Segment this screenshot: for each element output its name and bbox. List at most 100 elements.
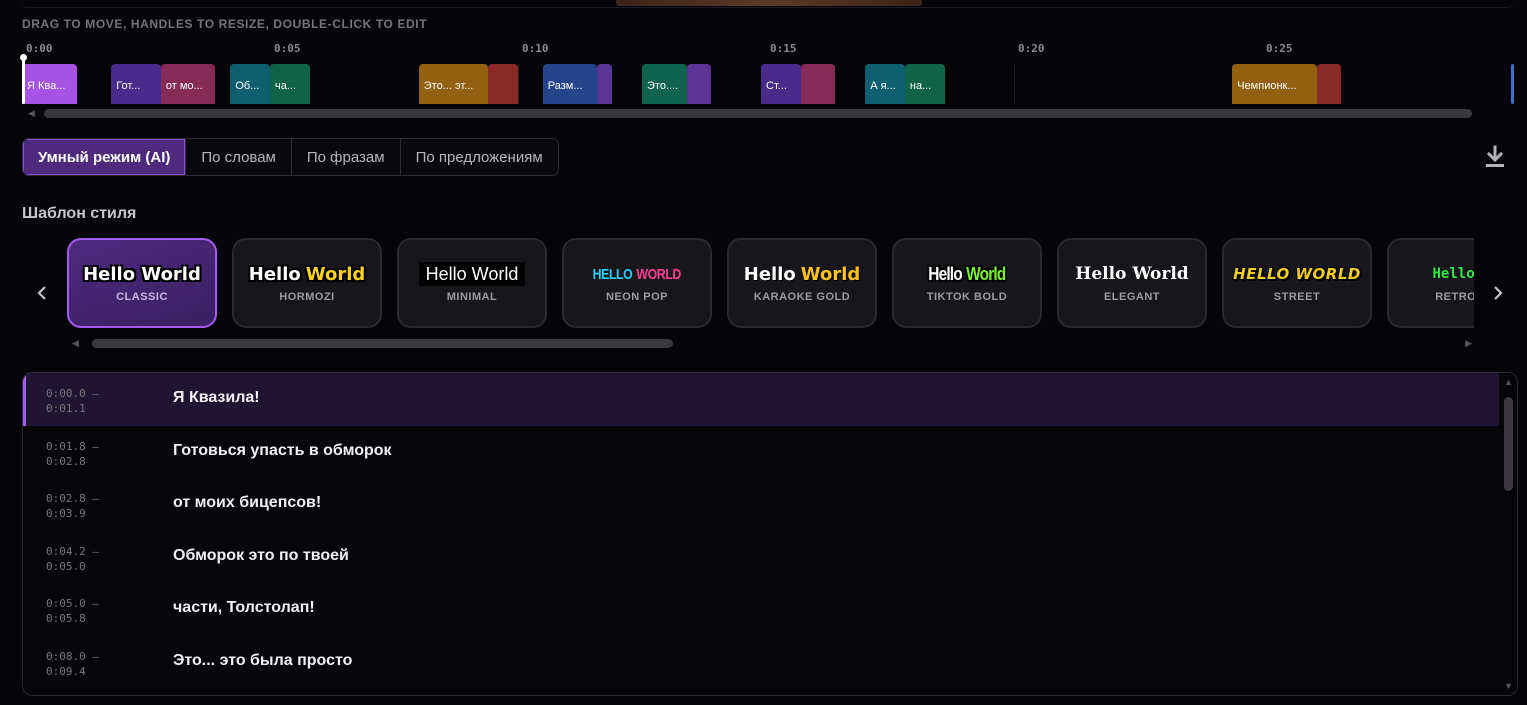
subtitle-text[interactable]: Готовься упасть в обморок: [173, 442, 392, 460]
scroll-left-icon[interactable]: ◀: [72, 338, 79, 349]
template-card-minimal[interactable]: Hello World MINIMAL: [397, 238, 547, 328]
template-name: HORMOZI: [279, 291, 335, 303]
template-preview-word: Hello W: [1432, 266, 1474, 282]
subtitle-start-time: 0:04.2 –: [46, 544, 99, 558]
subtitle-row[interactable]: 0:01.8 –0:02.8 Готовься упасть в обморок: [23, 426, 1499, 479]
template-preview-word: HELLO WORLD: [1233, 265, 1361, 283]
template-preview-word: Hello: [743, 263, 796, 285]
playhead[interactable]: [20, 54, 27, 104]
timeline-clip[interactable]: Об...: [230, 64, 270, 104]
timeline-clip[interactable]: [597, 64, 613, 104]
scroll-left-icon[interactable]: ◀: [28, 108, 35, 119]
mode-button[interactable]: Умный режим (AI): [23, 139, 186, 175]
timeline-clip[interactable]: [488, 64, 518, 104]
segmentation-mode-group: Умный режим (AI) По словам По фразам По пре…: [22, 138, 559, 176]
timeline-clip[interactable]: Разм...: [542, 64, 598, 104]
timeline-clip[interactable]: от мо...: [160, 64, 216, 104]
subtitle-time: 0:02.8 – 0:03.9: [46, 491, 146, 521]
subtitle-row[interactable]: 0:00.0 – 0:01.1 Я Квазила!: [23, 373, 1499, 426]
timeline-clip[interactable]: Ст...: [761, 64, 801, 104]
mode-button[interactable]: По словам: [185, 139, 291, 175]
subtitle-row[interactable]: 0:08.0 –0:09.4 Это... это была просто: [23, 636, 1499, 689]
template-preview: Hello World: [744, 262, 861, 286]
subtitle-start-time: 0:01.8 –: [46, 439, 99, 453]
template-preview: Hello W: [1432, 262, 1474, 286]
subtitle-text[interactable]: Обморок это по твоей: [173, 547, 349, 565]
timeline-clip[interactable]: [800, 64, 836, 104]
subtitle-time: 0:05.0 – 0:05.8: [46, 596, 146, 626]
timeline-clip[interactable]: Это....: [642, 64, 687, 104]
subtitle-time: 0:01.8 –0:02.8: [46, 439, 146, 469]
template-preview: Hello World: [1075, 262, 1188, 286]
subtitle-list-scrollbar-thumb[interactable]: [1504, 397, 1513, 491]
template-card-neon[interactable]: HELLO WORLD NEON POP: [562, 238, 712, 328]
template-scrollbar[interactable]: ◀ ▶: [72, 337, 1472, 349]
timeline-clip[interactable]: на...: [904, 64, 945, 104]
template-preview-word: Hello: [248, 263, 301, 285]
timeline-scrollbar-thumb[interactable]: [44, 109, 1472, 118]
template-preview-word: Hello World: [83, 263, 201, 285]
subtitle-text[interactable]: части, Толстолап!: [173, 599, 315, 617]
subtitle-row[interactable]: 0:04.2 –0:05.0 Обморок это по твоей: [23, 531, 1499, 584]
timeline-tick: 0:00: [26, 42, 53, 55]
video-preview-thumbnail[interactable]: [616, 0, 922, 6]
mode-button[interactable]: По предложениям: [399, 139, 558, 175]
timeline-clip[interactable]: Гот...: [111, 64, 161, 104]
subtitle-list-scrollbar[interactable]: ▲ ▼: [1499, 373, 1517, 695]
subtitle-start-time: 0:00.0 –: [46, 387, 99, 400]
chevron-left-icon[interactable]: [35, 283, 49, 303]
template-carousel: Hello World CLASSIC Hello World HORMOZI Hello…: [64, 234, 1474, 332]
template-preview-word: World: [966, 263, 1006, 284]
timeline-end-marker: [1511, 64, 1514, 104]
subtitle-row[interactable]: 0:05.0 – 0:05.8 части, Толстолап!: [23, 583, 1499, 636]
download-icon[interactable]: [1484, 145, 1506, 169]
timeline-clip[interactable]: [686, 64, 712, 104]
timeline-divider: [518, 64, 519, 104]
template-card-classic[interactable]: Hello World CLASSIC: [67, 238, 217, 328]
template-card-hormozi[interactable]: Hello World HORMOZI: [232, 238, 382, 328]
timeline-track[interactable]: Я Ква... Гот... от мо... Об... ча... Это... э…: [20, 54, 1514, 106]
timeline-clip[interactable]: Чемпионк...: [1232, 64, 1317, 104]
subtitle-end-time: 0:02.8: [46, 454, 86, 468]
timeline-ruler: 0:00 0:05 0:10 0:15 0:20 0:25: [22, 42, 1514, 58]
scroll-up-icon[interactable]: ▲: [1504, 377, 1513, 387]
template-preview: HELLO WORLD: [1233, 262, 1361, 286]
timeline-tick: 0:10: [522, 42, 549, 55]
timeline-clip[interactable]: [1316, 64, 1342, 104]
template-card-tiktok[interactable]: Hello World TIKTOK BOLD: [892, 238, 1042, 328]
timeline-scrollbar[interactable]: ◀: [22, 107, 1514, 119]
template-preview-word: Hello World: [1075, 264, 1189, 284]
subtitle-text[interactable]: Я Квазила!: [173, 389, 260, 407]
subtitle-text[interactable]: Это... это была просто: [173, 652, 352, 670]
timeline-tick: 0:25: [1266, 42, 1293, 55]
template-preview-word: World: [305, 263, 366, 285]
scroll-down-icon[interactable]: ▼: [1504, 681, 1513, 691]
template-name: CLASSIC: [116, 291, 168, 303]
chevron-right-icon[interactable]: [1491, 283, 1505, 303]
template-name: STREET: [1273, 291, 1321, 303]
subtitle-text[interactable]: от моих бицепсов!: [173, 494, 321, 512]
subtitle-row[interactable]: 0:02.8 – 0:03.9 от моих бицепсов!: [23, 478, 1499, 531]
template-scrollbar-thumb[interactable]: [92, 339, 673, 348]
timeline-hint: DRAG TO MOVE, HANDLES TO RESIZE, DOUBLE-…: [22, 17, 428, 31]
mode-button[interactable]: По фразам: [290, 139, 400, 175]
timeline-tick: 0:20: [1018, 42, 1045, 55]
timeline-clip[interactable]: Это... эт...: [418, 64, 489, 104]
timeline-clip[interactable]: ча...: [270, 64, 310, 104]
template-preview: Hello World: [83, 262, 201, 286]
template-card-street[interactable]: HELLO WORLD STREET: [1222, 238, 1372, 328]
timeline-tick: 0:15: [770, 42, 797, 55]
timeline-clip[interactable]: Я Ква...: [22, 64, 77, 104]
template-card-karaoke[interactable]: Hello World KARAOKE GOLD: [727, 238, 877, 328]
timeline-clip[interactable]: А я...: [865, 64, 905, 104]
timeline-divider: [1014, 64, 1015, 104]
template-card-retro[interactable]: Hello W RETRO G: [1387, 238, 1474, 328]
subtitle-end-time: 0:03.9: [46, 507, 86, 520]
template-name: TIKTOK BOLD: [926, 291, 1008, 303]
template-card-elegant[interactable]: Hello World ELEGANT: [1057, 238, 1207, 328]
template-preview-word: Hello World: [425, 263, 519, 284]
scroll-right-icon[interactable]: ▶: [1465, 338, 1472, 349]
subtitle-list: 0:00.0 – 0:01.1 Я Квазила! 0:01.8 –0:02.8 Го…: [22, 372, 1518, 696]
template-preview: Hello World: [928, 262, 1006, 286]
template-preview: HELLO WORLD: [593, 262, 682, 286]
